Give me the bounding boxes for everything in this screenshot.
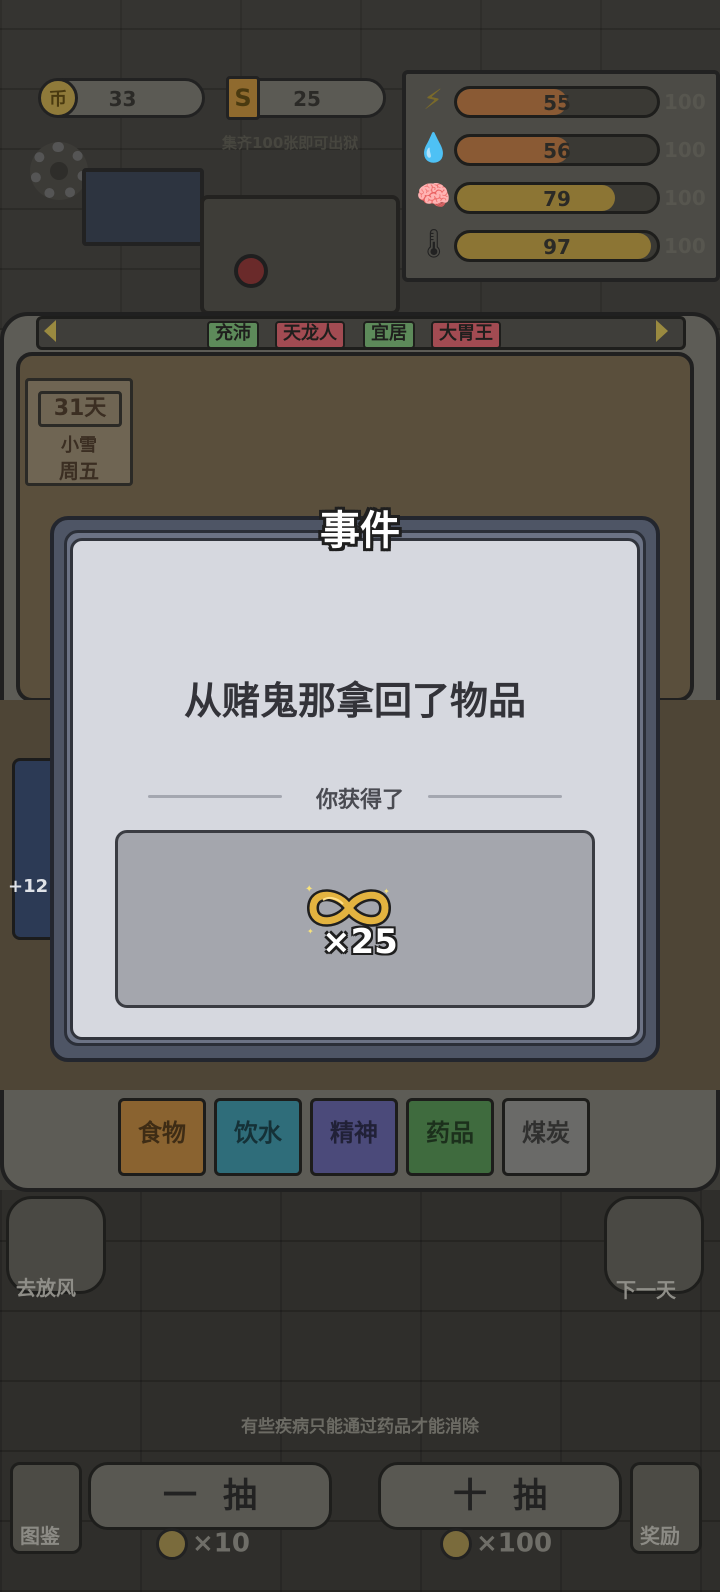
category-food[interactable]: 食物 [118, 1098, 206, 1176]
modal-title: 事件 [320, 508, 400, 554]
weather: 小雪 [61, 435, 97, 456]
tag-next-arrow-icon[interactable] [656, 320, 668, 342]
ten-draw-button[interactable]: 十抽 [378, 1462, 622, 1530]
water-bar: 56 [454, 134, 660, 166]
temperature-bar: 97 [454, 230, 660, 262]
codex-label: 图鉴 [20, 1524, 60, 1548]
category-mind[interactable]: 精神 [310, 1098, 398, 1176]
coin-small-icon [156, 1528, 188, 1560]
obtained-label: 你获得了 [315, 788, 404, 813]
thermometer-icon: 🌡 [416, 227, 452, 260]
svg-text:✦: ✦ [307, 927, 314, 936]
event-text: 从赌鬼那拿回了物品 [183, 679, 526, 723]
brain-icon: 🧠 [416, 179, 451, 212]
category-water[interactable]: 饮水 [214, 1098, 302, 1176]
trait-tag-bar: 充沛 天龙人 宜居 大胃王 [36, 316, 686, 350]
collect-hint: 集齐100张即可出狱 [222, 134, 359, 152]
single-draw-button[interactable]: 一抽 [88, 1462, 332, 1530]
stat-row-temperature: 🌡 97 100 [406, 224, 720, 264]
prisoner-monitor [82, 168, 204, 246]
single-draw-cost: ×10 [156, 1528, 250, 1560]
tag-prev-arrow-icon[interactable] [44, 320, 56, 342]
reward-label: 奖励 [640, 1524, 680, 1548]
mind-value: 79 [543, 187, 571, 211]
temperature-max: 100 [664, 234, 706, 258]
water-value: 56 [543, 139, 571, 163]
settings-gear-icon[interactable] [30, 142, 88, 200]
category-coal[interactable]: 煤炭 [502, 1098, 590, 1176]
tag-3[interactable]: 大胃王 [431, 321, 501, 349]
ticket-icon: S [226, 76, 260, 120]
machine-lamp-icon [234, 254, 268, 288]
gacha-machine [200, 195, 400, 315]
tag-0[interactable]: 充沛 [207, 321, 259, 349]
mind-max: 100 [664, 186, 706, 210]
energy-icon: ⚡ [423, 83, 443, 116]
water-icon: 💧 [416, 131, 451, 164]
energy-max: 100 [664, 90, 706, 114]
yard-button-label: 去放风 [16, 1276, 76, 1300]
svg-text:✦: ✦ [305, 884, 313, 895]
mind-bar: 79 [454, 182, 660, 214]
next-day-button-label: 下一天 [616, 1278, 676, 1302]
coin-icon: 币 [38, 78, 78, 118]
tip-text: 有些疾病只能通过药品才能消除 [241, 1417, 479, 1437]
tag-2[interactable]: 宜居 [363, 321, 415, 349]
day-count: 31天 [38, 391, 122, 427]
weekday: 周五 [59, 459, 99, 483]
stat-row-mind: 🧠 79 100 [406, 176, 720, 216]
water-max: 100 [664, 138, 706, 162]
stats-panel: ⚡ 55 100 💧 56 100 🧠 79 100 🌡 97 100 [402, 70, 720, 282]
stat-row-energy: ⚡ 55 100 [406, 80, 720, 120]
svg-text:✦: ✦ [383, 887, 390, 896]
ten-draw-cost: ×100 [440, 1528, 552, 1560]
energy-value: 55 [543, 91, 571, 115]
category-medicine[interactable]: 药品 [406, 1098, 494, 1176]
stat-row-water: 💧 56 100 [406, 128, 720, 168]
day-sign: 31天 小雪 周五 [25, 378, 133, 486]
energy-bar: 55 [454, 86, 660, 118]
tag-1[interactable]: 天龙人 [275, 321, 345, 349]
temperature-value: 97 [543, 235, 571, 259]
reward-count: ×25 [322, 922, 398, 962]
coin-small-icon [440, 1528, 472, 1560]
